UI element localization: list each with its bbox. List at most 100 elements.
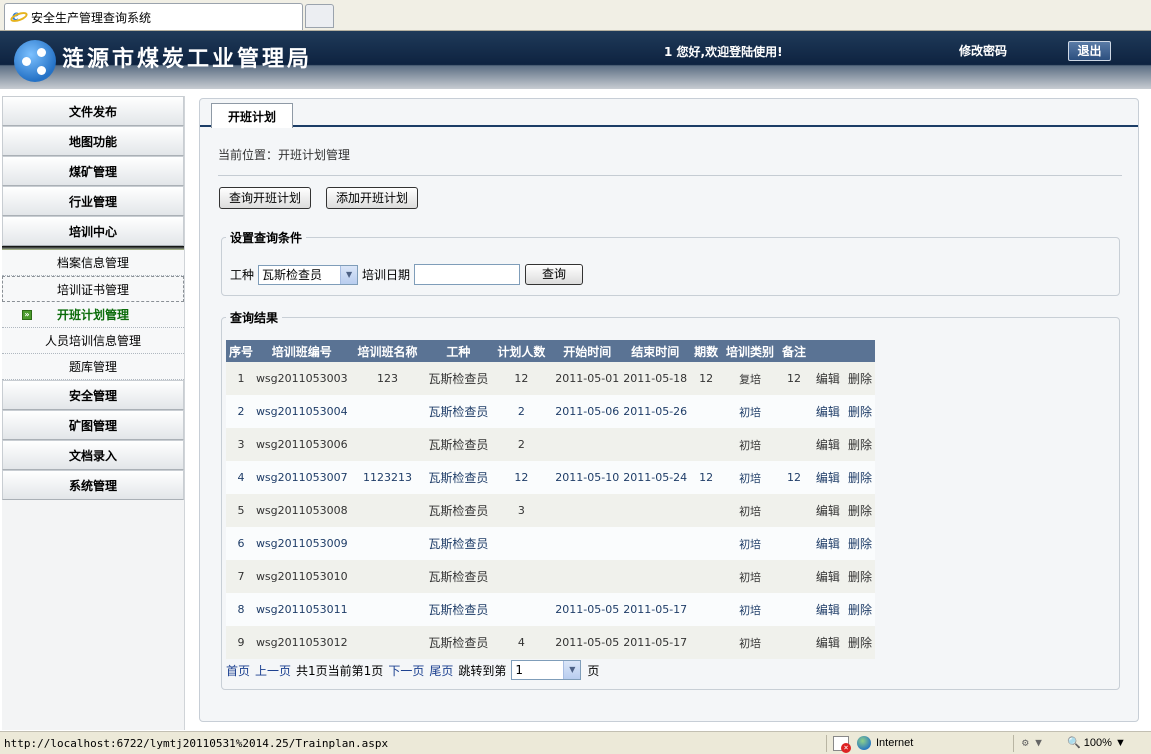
delete-link[interactable]: 删除	[848, 471, 872, 485]
column-header: 序号	[226, 340, 256, 362]
query-plan-button[interactable]: 查询开班计划	[219, 187, 312, 209]
chevron-down-icon[interactable]: ▼	[563, 661, 581, 679]
delete-link[interactable]: 删除	[848, 636, 872, 650]
sidebar-subitem-label: 人员培训信息管理	[44, 334, 141, 348]
filter-query-button[interactable]: 查询	[525, 264, 584, 285]
table-cell: wsg2011053011	[255, 593, 348, 626]
table-cell: wsg2011053008	[255, 494, 348, 527]
table-cell	[689, 395, 724, 428]
table-cell: 2011-05-17	[621, 626, 690, 659]
delete-link[interactable]: 删除	[848, 438, 872, 452]
table-cell: 初培	[723, 428, 778, 461]
delete-link[interactable]: 删除	[848, 537, 872, 551]
table-cell: 瓦斯检查员	[427, 362, 490, 395]
edit-link[interactable]: 编辑	[816, 504, 840, 518]
table-cell	[689, 494, 724, 527]
delete-link[interactable]: 删除	[848, 372, 872, 386]
table-cell: 1123213	[347, 461, 428, 494]
sidebar-item[interactable]: 行业管理	[2, 186, 184, 216]
table-cell: 123	[347, 362, 428, 395]
delete-link[interactable]: 删除	[848, 603, 872, 617]
table-row: 4 wsg2011053007 1123213 瓦斯检查员 12 2011-05-10 20…	[226, 461, 875, 494]
edit-cell: 编辑	[810, 626, 845, 659]
table-cell: 瓦斯检查员	[427, 395, 490, 428]
sidebar-subitem[interactable]: 人员培训信息管理	[2, 328, 184, 354]
table-cell: 2	[226, 395, 256, 428]
sidebar-item[interactable]: 安全管理	[2, 380, 184, 410]
sidebar-subitem-label: 开班计划管理	[56, 308, 129, 322]
pager-page-select[interactable]: 1 ▼	[511, 660, 582, 680]
table-cell: 12	[689, 362, 724, 395]
org-title: 涟源市煤炭工业管理局	[62, 46, 313, 72]
results-legend: 查询结果	[230, 311, 279, 325]
sidebar-item[interactable]: 文档录入	[2, 440, 184, 470]
edit-cell: 编辑	[810, 527, 845, 560]
table-cell: 6	[226, 527, 256, 560]
edit-link[interactable]: 编辑	[816, 570, 840, 584]
edit-link[interactable]: 编辑	[816, 438, 840, 452]
sidebar-item[interactable]: 地图功能	[2, 126, 184, 156]
table-cell	[777, 560, 811, 593]
pager-first-link[interactable]: 首页	[226, 662, 250, 679]
sidebar-item[interactable]: 文件发布	[2, 96, 184, 126]
pager-prev-link[interactable]: 上一页	[255, 662, 291, 679]
table-row: 5 wsg2011053008 瓦斯检查员 3 初培 编辑 删除	[226, 494, 875, 527]
sidebar-subitem-label: 培训证书管理	[56, 282, 129, 297]
column-header: 备注	[777, 340, 811, 362]
table-cell: 2011-05-26	[621, 395, 690, 428]
table-cell: 2011-05-05	[553, 593, 622, 626]
main-panel: 开班计划 当前位置：开班计划管理 查询开班计划 添加开班计划 设置查询条件 工种…	[199, 98, 1139, 722]
table-cell: 3	[226, 428, 256, 461]
chevron-down-icon[interactable]: ▼	[340, 265, 358, 284]
active-arrow-icon: »	[22, 310, 32, 320]
tab-class-plan[interactable]: 开班计划	[211, 103, 293, 128]
sidebar-item[interactable]: 煤矿管理	[2, 156, 184, 186]
sidebar-item[interactable]: 系统管理	[2, 470, 184, 500]
table-cell	[347, 593, 428, 626]
logout-button[interactable]: 退出	[1068, 41, 1111, 61]
table-cell: 复培	[723, 362, 778, 395]
table-cell: 7	[226, 560, 256, 593]
edit-link[interactable]: 编辑	[816, 372, 840, 386]
zoom-dropdown[interactable]: 🔍 100% ▼	[1067, 736, 1126, 749]
edit-link[interactable]: 编辑	[816, 537, 840, 551]
delete-link[interactable]: 删除	[848, 405, 872, 419]
column-header: 工种	[427, 340, 490, 362]
popup-blocked-icon[interactable]: ×	[833, 736, 851, 753]
table-cell: 瓦斯检查员	[427, 461, 490, 494]
job-type-select[interactable]: 瓦斯检查员 ▼	[258, 264, 359, 285]
sidebar-subitem[interactable]: 培训证书管理	[2, 276, 184, 302]
edit-link[interactable]: 编辑	[816, 636, 840, 650]
table-cell: 3	[489, 494, 554, 527]
add-plan-button[interactable]: 添加开班计划	[326, 187, 419, 209]
edit-link[interactable]: 编辑	[816, 603, 840, 617]
sidebar-subitem[interactable]: 题库管理	[2, 354, 184, 380]
delete-cell: 删除	[844, 362, 875, 395]
sidebar-subitem[interactable]: 档案信息管理	[2, 250, 184, 276]
sidebar-item[interactable]: 矿图管理	[2, 410, 184, 440]
pager-last-link[interactable]: 尾页	[429, 662, 453, 679]
new-tab-button[interactable]	[305, 4, 334, 28]
edit-link[interactable]: 编辑	[816, 471, 840, 485]
table-cell	[777, 494, 811, 527]
edit-link[interactable]: 编辑	[816, 405, 840, 419]
security-zone[interactable]: Internet	[857, 736, 913, 750]
table-cell: 瓦斯检查员	[427, 626, 490, 659]
pager: 首页 上一页 共1页当前第1页 下一页 尾页 跳转到第 1 ▼ 页	[226, 660, 604, 680]
pager-next-link[interactable]: 下一页	[388, 662, 424, 679]
table-cell	[621, 494, 690, 527]
table-cell: wsg2011053003	[255, 362, 348, 395]
table-cell	[489, 593, 554, 626]
protected-mode-dropdown[interactable]: ⚙ ▼	[1022, 736, 1042, 749]
sidebar-item[interactable]: 培训中心	[2, 216, 184, 246]
table-cell: 9	[226, 626, 256, 659]
browser-tab-active[interactable]: e 安全生产管理查询系统	[4, 3, 303, 30]
table-cell: 12	[489, 461, 554, 494]
delete-link[interactable]: 删除	[848, 570, 872, 584]
train-date-input[interactable]	[414, 264, 521, 285]
table-row: 1 wsg2011053003 123 瓦斯检查员 12 2011-05-01 2011-0…	[226, 362, 875, 395]
sidebar-subitem[interactable]: » 开班计划管理	[2, 302, 184, 328]
table-cell	[689, 626, 724, 659]
change-password-link[interactable]: 修改密码	[959, 42, 1007, 59]
delete-link[interactable]: 删除	[848, 504, 872, 518]
